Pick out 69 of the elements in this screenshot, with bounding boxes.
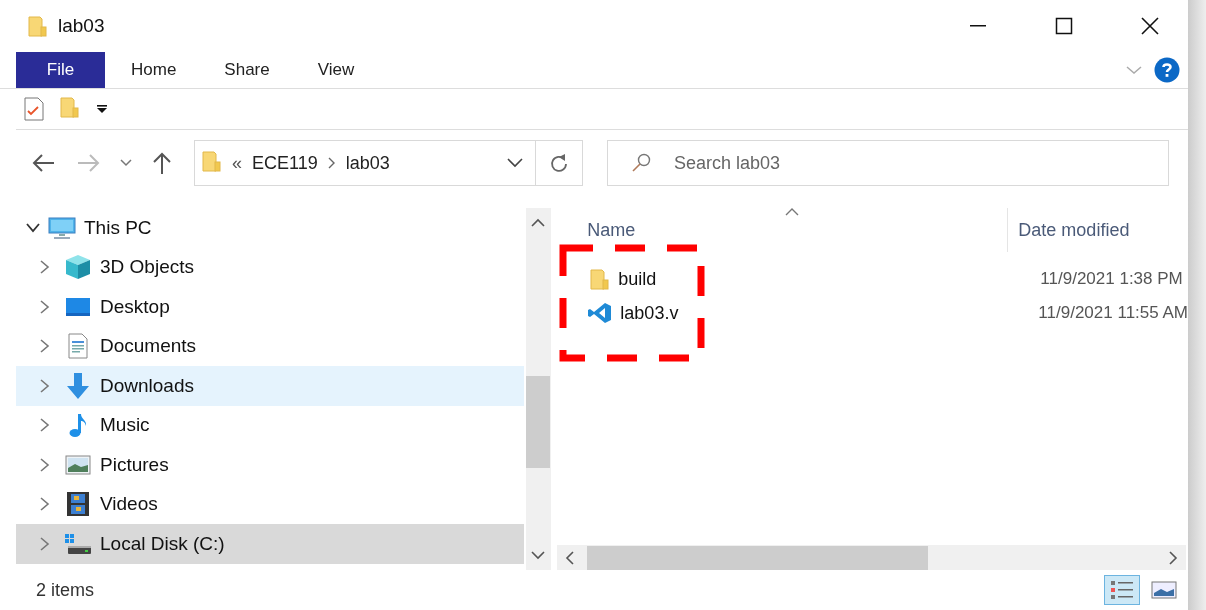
chevron-right-icon[interactable] [38, 418, 52, 433]
scroll-left-icon[interactable] [565, 550, 576, 565]
chevron-right-icon[interactable] [38, 536, 52, 551]
picture-icon [1151, 580, 1177, 600]
chevron-right-icon[interactable] [38, 378, 52, 393]
chevron-right-icon[interactable] [38, 339, 52, 354]
ribbon-tab[interactable]: Share [202, 52, 292, 88]
scroll-right-icon[interactable] [1168, 550, 1178, 565]
chevron-right-icon [327, 157, 336, 169]
breadcrumb[interactable]: lab03 [345, 152, 390, 174]
document-icon [67, 333, 89, 360]
tree-item[interactable]: 3D Objects [16, 247, 524, 287]
folder-icon [590, 268, 611, 290]
ribbon-tab[interactable]: File [16, 52, 105, 88]
horizontal-scrollbar[interactable] [557, 545, 1186, 570]
tree-item[interactable]: Downloads [16, 366, 524, 406]
tree-item[interactable]: This PC [16, 208, 524, 248]
ribbon-tab[interactable]: View [295, 52, 377, 88]
chevron-down-icon[interactable] [507, 158, 523, 168]
chevron-right-icon[interactable] [38, 457, 52, 472]
tree-item[interactable]: Desktop [16, 287, 524, 327]
scroll-thumb[interactable] [587, 545, 929, 570]
tree-item[interactable]: Local Disk (C:) [16, 524, 524, 564]
chevron-right-icon[interactable] [38, 299, 52, 314]
back-arrow-icon[interactable] [32, 153, 56, 173]
folder-icon [28, 15, 48, 37]
code-editor-icon [588, 302, 613, 324]
cube-icon [65, 254, 91, 281]
chevron-right-icon[interactable] [38, 497, 52, 512]
tree-item[interactable]: Documents [16, 326, 524, 366]
file-name[interactable]: lab03.v [620, 302, 679, 324]
drive-icon [64, 531, 92, 556]
list-icon [1109, 578, 1135, 602]
tree-item[interactable]: Pictures [16, 445, 524, 485]
music-note-icon [68, 412, 88, 439]
scroll-thumb[interactable] [526, 376, 551, 468]
file-date: 11/9/2021 11:55 AM [1038, 303, 1188, 323]
help-icon[interactable] [1154, 57, 1180, 83]
refresh-icon [550, 153, 568, 173]
refresh-button[interactable] [536, 140, 583, 186]
file-name[interactable]: build [618, 268, 657, 290]
search-field[interactable]: Search lab03 [607, 140, 1169, 186]
sort-caret-icon [785, 208, 800, 216]
scroll-up-icon[interactable] [531, 218, 546, 228]
vertical-scrollbar[interactable] [525, 208, 552, 570]
monitor-icon [65, 295, 91, 318]
item-count: 2 items [36, 579, 95, 601]
file-date: 11/9/2021 1:38 PM [1040, 269, 1183, 289]
window-title: lab03 [58, 15, 105, 37]
column-header[interactable]: Date modified [1007, 208, 1130, 252]
film-strip-icon [66, 491, 90, 518]
down-arrow-icon [65, 371, 91, 400]
scroll-down-icon[interactable] [531, 550, 546, 560]
address-bar[interactable]: « ECE119 lab03 [194, 140, 536, 186]
tree-item[interactable]: Videos [16, 484, 524, 524]
chevron-down-icon[interactable] [26, 222, 40, 233]
properties-icon[interactable] [24, 97, 44, 121]
computer-icon [48, 215, 76, 240]
chevron-right-icon[interactable] [38, 260, 52, 275]
search-icon [631, 153, 651, 173]
customize-caret-icon[interactable] [96, 104, 108, 114]
overflow-chevron[interactable]: « [232, 152, 242, 174]
details-view-button[interactable] [1104, 575, 1140, 605]
picture-icon [65, 453, 91, 476]
tree-item[interactable]: Music [16, 405, 524, 445]
up-arrow-icon[interactable] [152, 152, 172, 174]
breadcrumb[interactable]: ECE119 [252, 152, 318, 174]
column-header[interactable]: Name [557, 219, 1008, 241]
ribbon-tab[interactable]: Home [109, 52, 199, 88]
